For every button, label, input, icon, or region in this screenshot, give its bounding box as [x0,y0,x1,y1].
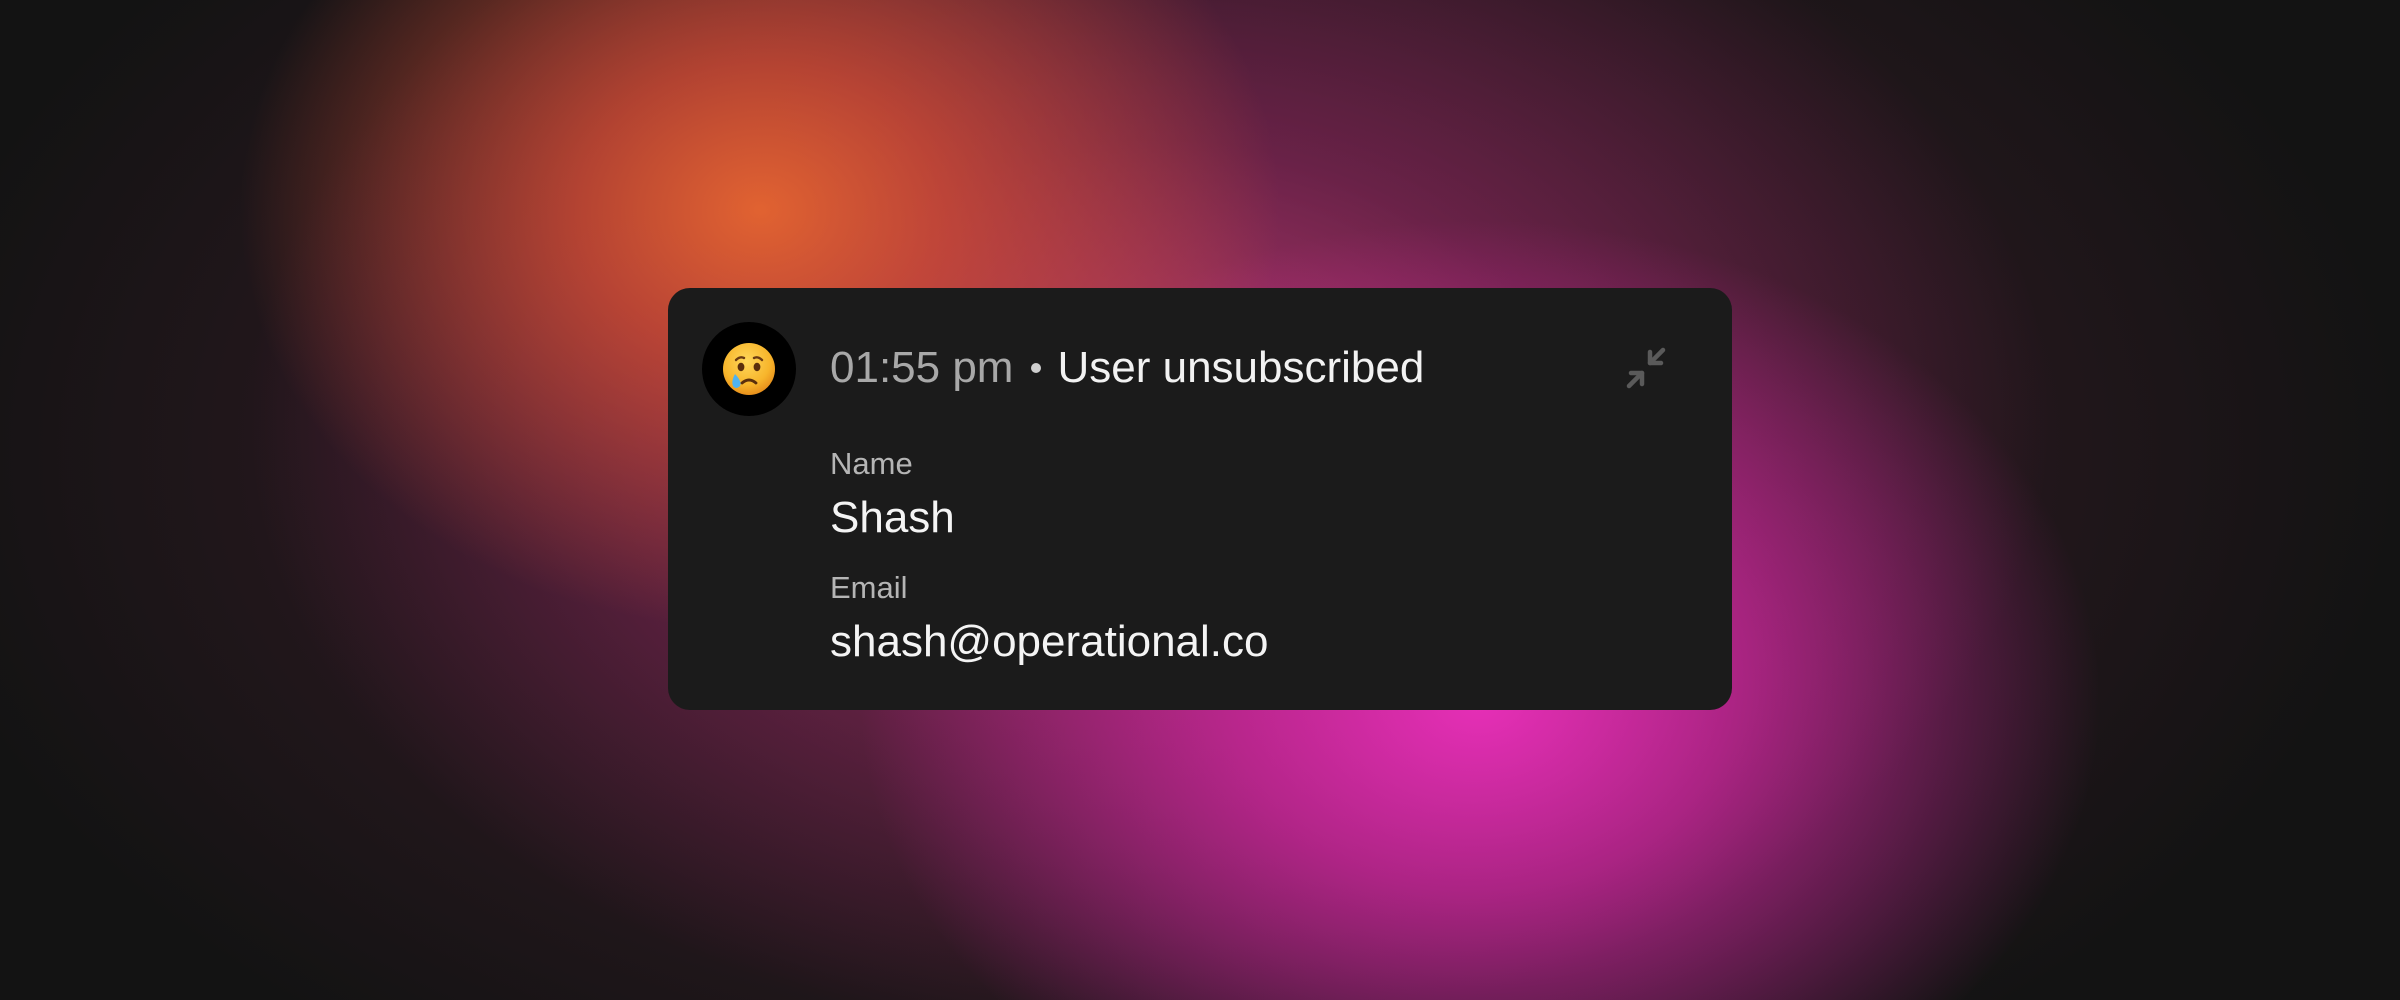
collapse-button[interactable] [1616,338,1676,398]
name-label: Name [830,446,913,481]
email-value: shash@operational.co [830,617,1269,666]
event-time: 01:55 pm [830,343,1014,392]
name-value: Shash [830,493,955,542]
notification-header: 01:55 pm User unsubscribed [830,338,1424,398]
event-title: User unsubscribed [1057,343,1425,392]
event-avatar [702,322,796,416]
collapse-arrows-icon [1626,347,1666,389]
email-label: Email [830,570,908,605]
separator-dot [1031,363,1042,373]
notification-card: 01:55 pm User unsubscribed Name Shash Em… [668,288,1732,710]
gradient-background: 01:55 pm User unsubscribed Name Shash Em… [0,0,2400,1000]
crying-face-icon [723,343,775,395]
